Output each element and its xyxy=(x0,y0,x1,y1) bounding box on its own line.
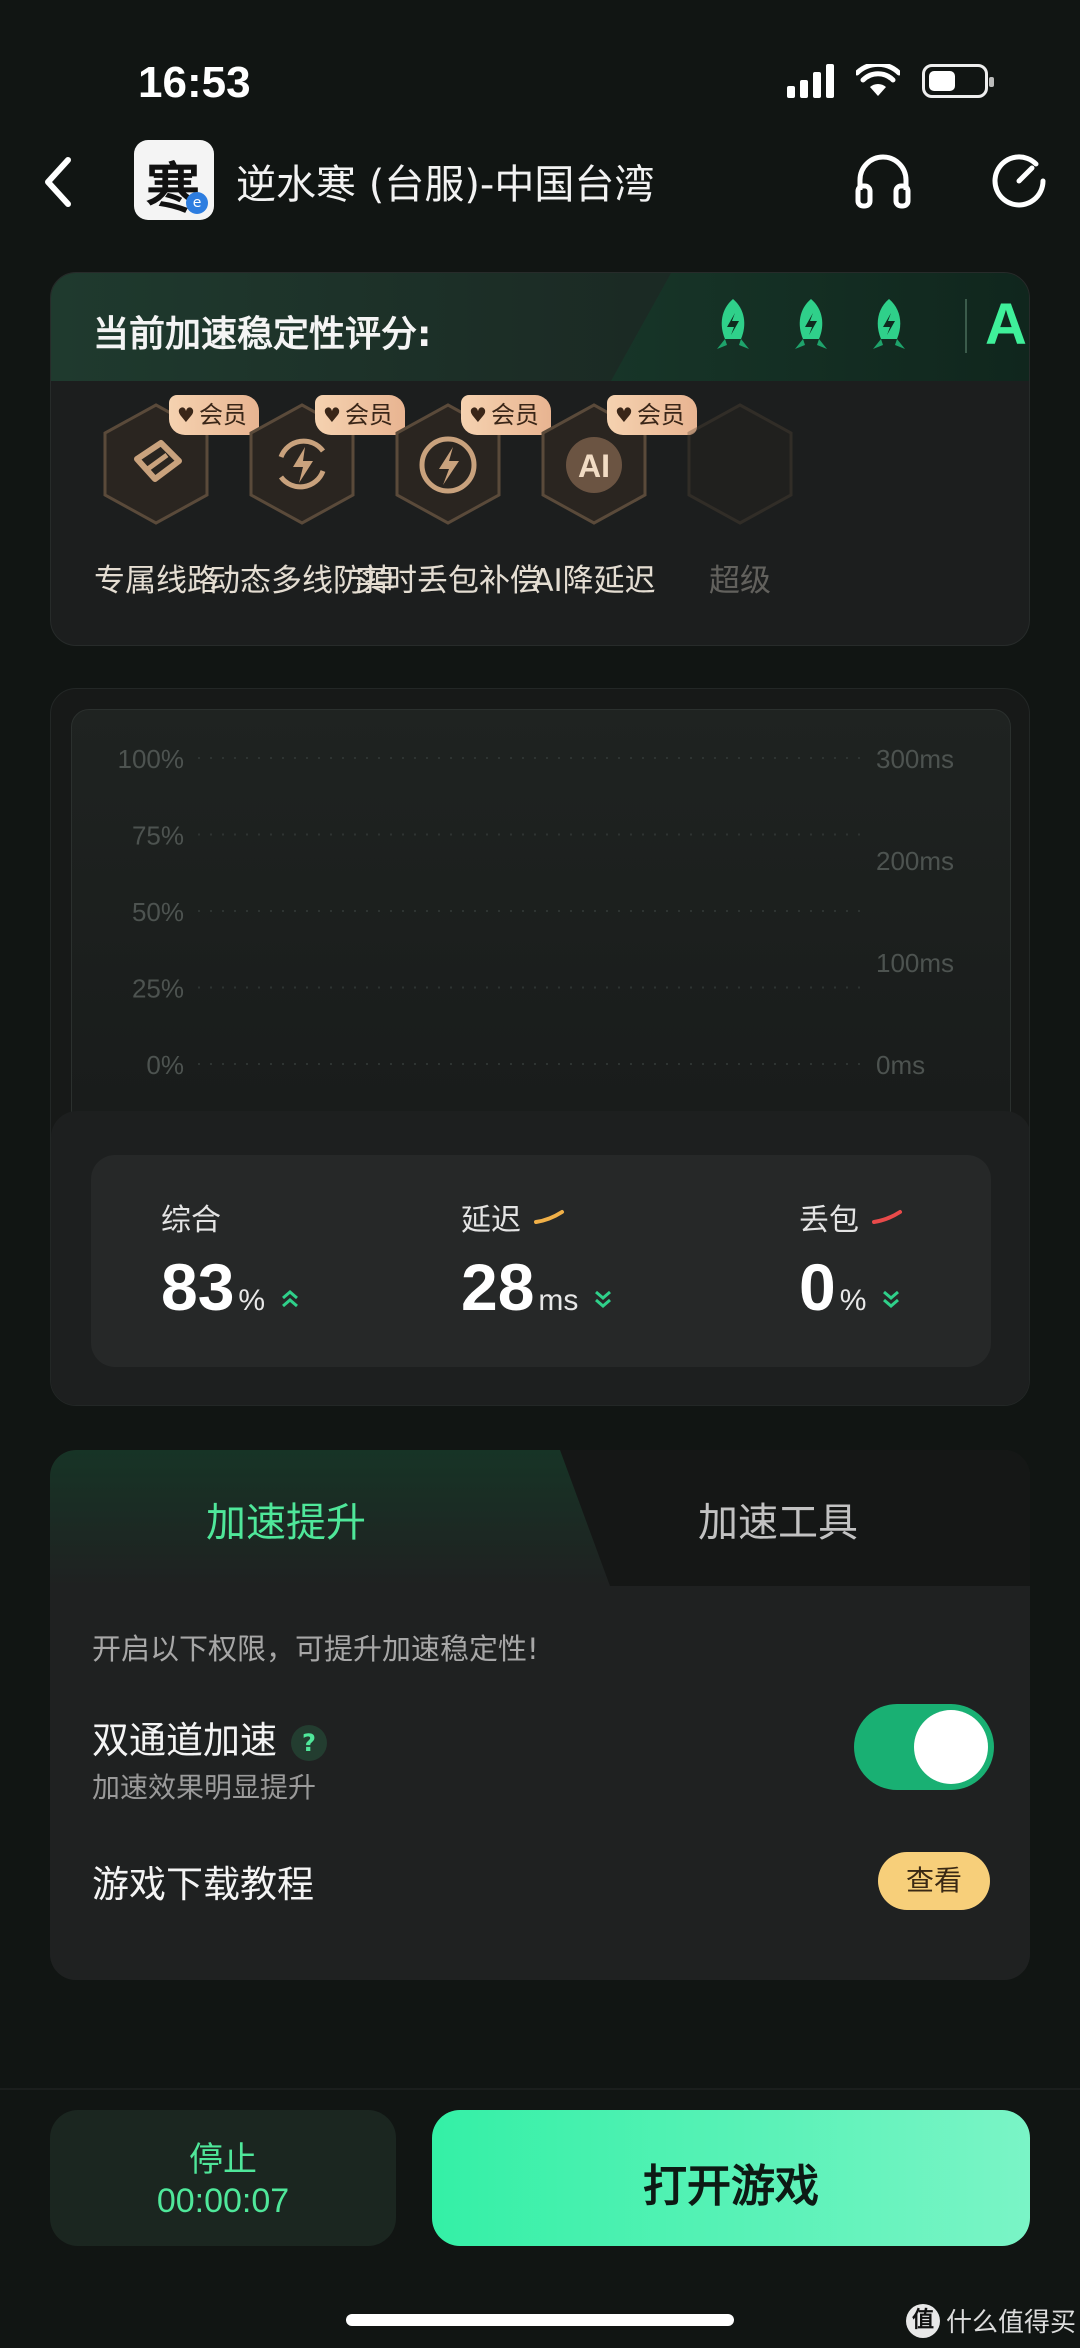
watermark-logo-icon: 值 xyxy=(906,2303,940,2338)
back-icon[interactable] xyxy=(38,152,78,212)
rocket-icon xyxy=(873,299,905,349)
double-chevron-down-icon xyxy=(883,1290,900,1308)
stat-overall: 综合 83 % xyxy=(161,1195,301,1325)
y-left-tick-label: 0% xyxy=(146,1050,184,1080)
grade-area: A xyxy=(611,273,1029,381)
stat-label: 丢包 xyxy=(799,1203,859,1238)
download-tutorial-title: 游戏下载教程 xyxy=(92,1863,314,1906)
cellular-signal-icon xyxy=(787,64,834,98)
stop-button[interactable]: 停止 00:00:07 xyxy=(50,2110,396,2246)
region-badge-icon: e xyxy=(186,192,208,214)
open-game-button[interactable]: 打开游戏 xyxy=(432,2110,1030,2246)
dual-channel-subtitle: 加速效果明显提升 xyxy=(92,1771,317,1804)
stat-label: 延迟 xyxy=(461,1203,521,1238)
stat-unit: % xyxy=(839,1284,867,1317)
latency-legend-icon xyxy=(534,1210,564,1224)
y-left-tick-label: 25% xyxy=(132,974,184,1004)
stat-packet-loss: 丢包 0 % xyxy=(799,1195,903,1325)
y-right-tick-label: 300ms xyxy=(876,744,954,774)
stability-card: 当前加速稳定性评分: A ♥ 会员 专属线路 ♥ 会员 动态多线防掉 ♥ 会员 … xyxy=(50,272,1030,646)
stat-label: 综合 xyxy=(161,1203,221,1238)
headset-support-icon[interactable] xyxy=(852,150,914,212)
rocket-icon xyxy=(717,299,749,349)
stop-label: 停止 xyxy=(189,2140,257,2180)
feature-list: ♥ 会员 专属线路 ♥ 会员 动态多线防掉 ♥ 会员 实时丢包补偿 AI ♥ 会… xyxy=(51,381,1029,645)
tab-bar: 加速提升 加速工具 xyxy=(50,1450,1030,1586)
stat-unit: ms xyxy=(538,1284,579,1317)
stability-grade: A xyxy=(985,292,1027,357)
game-icon: 寒 e xyxy=(134,140,214,220)
watermark: 值 什么值得买 xyxy=(906,2302,1076,2339)
dual-channel-title: 双通道加速 xyxy=(92,1719,277,1762)
dual-channel-row: 双通道加速? xyxy=(92,1710,327,1764)
stability-header: 当前加速稳定性评分: A xyxy=(51,273,1029,381)
boost-hint: 开启以下权限，可提升加速稳定性! xyxy=(92,1632,539,1666)
y-right-tick-label: 100ms xyxy=(876,948,954,978)
game-title: 逆水寒 (台服)-中国台湾 xyxy=(236,162,655,208)
status-time: 16:53 xyxy=(138,58,251,107)
stat-value: 83 xyxy=(161,1250,235,1324)
double-chevron-down-icon xyxy=(595,1290,612,1308)
network-chart-card: 100% 75% 50% 25% 0% 300ms 200ms 100ms 0ms 综合 83 … xyxy=(50,688,1030,1406)
feature-label: 超级 xyxy=(709,563,771,599)
view-tutorial-button[interactable]: 查看 xyxy=(878,1852,990,1910)
chart-svg: 100% 75% 50% 25% 0% 300ms 200ms 100ms 0ms xyxy=(118,744,955,1080)
stat-value: 0 xyxy=(799,1250,836,1324)
boost-panel: 开启以下权限，可提升加速稳定性! 双通道加速? 加速效果明显提升 游戏下载教程 … xyxy=(50,1586,1030,1980)
stats-box: 综合 83 % 延迟 28 ms 丢包 0 % xyxy=(91,1155,991,1367)
stat-value: 28 xyxy=(461,1250,535,1324)
wifi-icon xyxy=(856,64,900,96)
y-left-tick-label: 50% xyxy=(132,897,184,927)
double-chevron-up-icon xyxy=(282,1290,299,1308)
y-right-tick-label: 0ms xyxy=(876,1050,925,1080)
tab-boost-label[interactable]: 加速提升 xyxy=(206,1490,366,1548)
tab-tools[interactable]: 加速工具 xyxy=(698,1490,858,1548)
watermark-text: 什么值得买 xyxy=(946,2308,1077,2338)
stat-unit: % xyxy=(238,1284,266,1317)
rocket-icon xyxy=(795,299,827,349)
stat-latency: 延迟 28 ms xyxy=(461,1195,614,1325)
bottom-divider xyxy=(0,2088,1080,2090)
dual-channel-toggle[interactable] xyxy=(854,1704,994,1790)
y-left-tick-label: 100% xyxy=(118,744,185,774)
help-icon[interactable]: ? xyxy=(291,1724,327,1761)
grade-divider xyxy=(965,299,967,353)
elapsed-time: 00:00:07 xyxy=(156,2182,290,2220)
loss-legend-icon xyxy=(872,1210,902,1224)
home-indicator[interactable] xyxy=(346,2314,734,2326)
status-icons xyxy=(787,64,994,98)
network-chart: 100% 75% 50% 25% 0% 300ms 200ms 100ms 0ms xyxy=(71,709,1011,1169)
svg-text:AI: AI xyxy=(578,448,610,484)
feature-hex-icon xyxy=(687,403,793,525)
stats-panel: 综合 83 % 延迟 28 ms 丢包 0 % xyxy=(51,1111,1029,1405)
feature-item-super[interactable]: 超级 xyxy=(625,399,855,600)
stability-title: 当前加速稳定性评分: xyxy=(93,314,432,355)
battery-icon xyxy=(922,64,994,98)
boost-tabs-card: 加速提升 加速工具 开启以下权限，可提升加速稳定性! 双通道加速? 加速效果明显… xyxy=(50,1450,1030,1980)
open-game-label: 打开游戏 xyxy=(643,2161,819,2212)
y-right-tick-label: 200ms xyxy=(876,846,954,876)
speed-test-icon[interactable] xyxy=(990,152,1048,210)
y-left-tick-label: 75% xyxy=(132,821,184,851)
